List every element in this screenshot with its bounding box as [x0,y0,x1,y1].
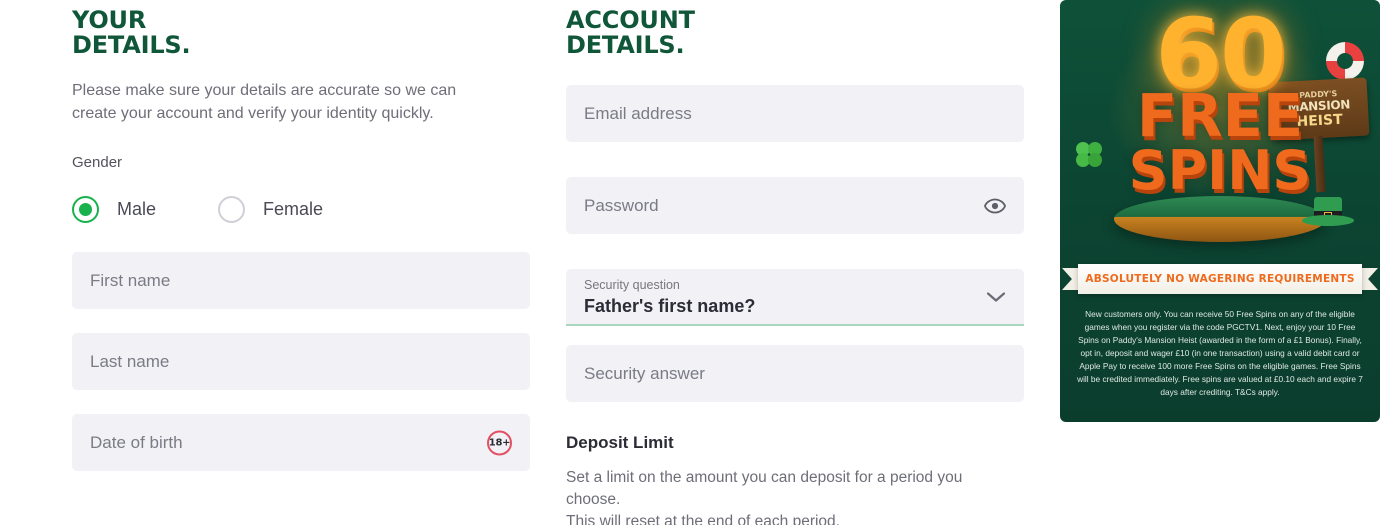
promo-free-label: FREE [1136,81,1304,150]
hat-brim [1302,215,1354,226]
age-restriction-icon: 18+ [487,430,512,455]
password-input[interactable]: Password [566,177,1024,234]
promo-free-spins-text: FREE SPINS [1070,81,1370,202]
gender-option-male-label: Male [117,199,157,219]
registration-page: YOUR DETAILS. Please make sure your deta… [0,0,1393,525]
your-details-intro: Please make sure your details are accura… [72,82,457,122]
radio-male-dot [79,203,92,216]
gender-label: Gender [72,154,123,171]
your-details-heading-line2: DETAILS. [72,31,191,59]
gender-option-female-label: Female [263,199,324,219]
first-name-placeholder: First name [90,270,171,290]
promo-spins-label: SPINS [1128,139,1312,202]
date-of-birth-placeholder: Date of birth [90,432,183,452]
last-name-input[interactable]: Last name [72,333,530,390]
promo-terms-text: New customers only. You can receive 50 F… [1077,309,1363,397]
promo-podium [1114,196,1326,242]
deposit-limit-description-line1: Set a limit on the amount you can deposi… [566,469,963,508]
email-address-input[interactable]: Email address [566,85,1024,142]
email-address-placeholder: Email address [584,103,692,123]
promo-ribbon: ABSOLUTELY NO WAGERING REQUIREMENTS [1060,262,1380,296]
promo-artwork: PADDY'S MANSION HEIST 60 FREE SPINS [1060,0,1380,262]
security-question-select[interactable]: Security question Father's first name? [566,269,1024,326]
security-question-label: Security question [584,278,680,292]
eye-icon[interactable] [984,198,1006,213]
security-answer-input[interactable]: Security answer [566,345,1024,402]
account-details-heading-line1: ACCOUNT [566,6,695,34]
gender-option-female[interactable]: Female [218,196,323,223]
deposit-limit-description: Set a limit on the amount you can deposi… [566,467,1018,525]
ribbon-body: ABSOLUTELY NO WAGERING REQUIREMENTS [1078,264,1362,294]
deposit-limit-description-line2: This will reset at the end of each perio… [566,513,840,525]
life-ring-icon [1326,42,1364,80]
account-details-heading: ACCOUNT DETAILS. [566,0,1024,58]
gender-option-male[interactable]: Male [72,196,156,223]
security-question-value: Father's first name? [584,296,756,316]
your-details-column: YOUR DETAILS. Please make sure your deta… [72,0,530,471]
ribbon-text: ABSOLUTELY NO WAGERING REQUIREMENTS [1085,273,1355,285]
age-restriction-badge-label: 18+ [487,430,512,455]
your-details-heading: YOUR DETAILS. [72,0,530,58]
radio-female-icon[interactable] [218,196,246,223]
first-name-input[interactable]: First name [72,252,530,309]
gender-radio-group: Male Female [72,196,530,223]
deposit-limit-heading: Deposit Limit [566,433,674,452]
radio-male-icon[interactable] [72,196,99,223]
account-details-column: ACCOUNT DETAILS. Email address Password … [566,0,1024,525]
account-details-heading-line2: DETAILS. [566,31,685,59]
promo-banner[interactable]: PADDY'S MANSION HEIST 60 FREE SPINS ABSO… [1060,0,1380,422]
last-name-placeholder: Last name [90,351,170,371]
chevron-down-icon[interactable] [986,291,1006,303]
your-details-heading-line1: YOUR [72,6,147,34]
date-of-birth-input[interactable]: Date of birth 18+ [72,414,530,471]
security-answer-placeholder: Security answer [584,363,705,383]
password-placeholder: Password [584,195,659,215]
